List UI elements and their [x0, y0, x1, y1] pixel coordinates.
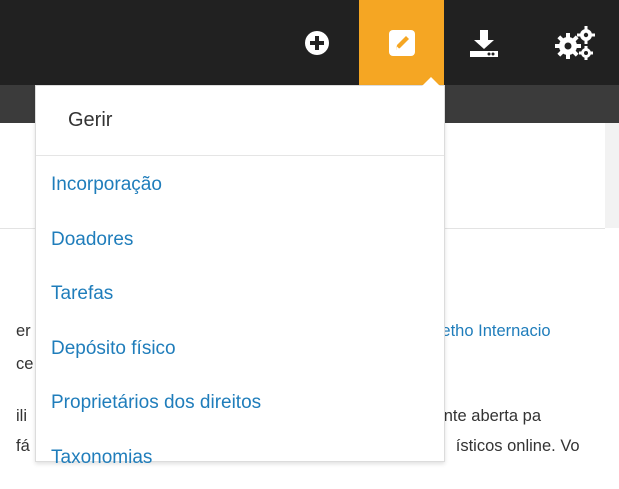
- menu-item-proprietarios-dos-direitos[interactable]: Proprietários dos direitos: [36, 376, 444, 431]
- bg-text-fragment: er: [16, 322, 31, 340]
- bg-text-fragment: fonte aberta pa: [430, 407, 542, 425]
- bg-text-fragment: ísticos online. Vo: [455, 437, 580, 455]
- download-tray-icon: [470, 29, 498, 57]
- manage-menu-button[interactable]: [359, 0, 444, 85]
- section-side-strip: [605, 123, 619, 228]
- top-navigation-bar: [0, 0, 619, 85]
- bg-text-fragment: ce: [16, 355, 34, 373]
- manage-dropdown-menu: Gerir Incorporação Doadores Tarefas Depó…: [35, 77, 445, 468]
- import-menu-button[interactable]: [460, 0, 508, 85]
- gears-icon: [555, 25, 595, 60]
- menu-item-doadores[interactable]: Doadores: [36, 213, 444, 268]
- menu-item-incorporacao[interactable]: Incorporação: [36, 158, 444, 213]
- dropdown-header: Gerir: [36, 86, 444, 156]
- pencil-square-icon: [388, 29, 415, 56]
- dropdown-caret: [422, 77, 440, 86]
- bg-text-fragment: fá: [16, 437, 30, 455]
- plus-circle-icon: [305, 30, 329, 55]
- background-link[interactable]: rsetho Internacio: [428, 322, 551, 340]
- menu-item-taxonomias[interactable]: Taxonomias: [36, 431, 444, 486]
- add-menu-button[interactable]: [293, 0, 341, 85]
- menu-item-tarefas[interactable]: Tarefas: [36, 267, 444, 322]
- dropdown-list: Incorporação Doadores Tarefas Depósito f…: [36, 158, 444, 485]
- bg-text-fragment: ili: [16, 407, 27, 425]
- menu-item-deposito-fisico[interactable]: Depósito físico: [36, 322, 444, 377]
- background-text-line: ce: [16, 355, 33, 374]
- settings-menu-button[interactable]: [540, 0, 610, 85]
